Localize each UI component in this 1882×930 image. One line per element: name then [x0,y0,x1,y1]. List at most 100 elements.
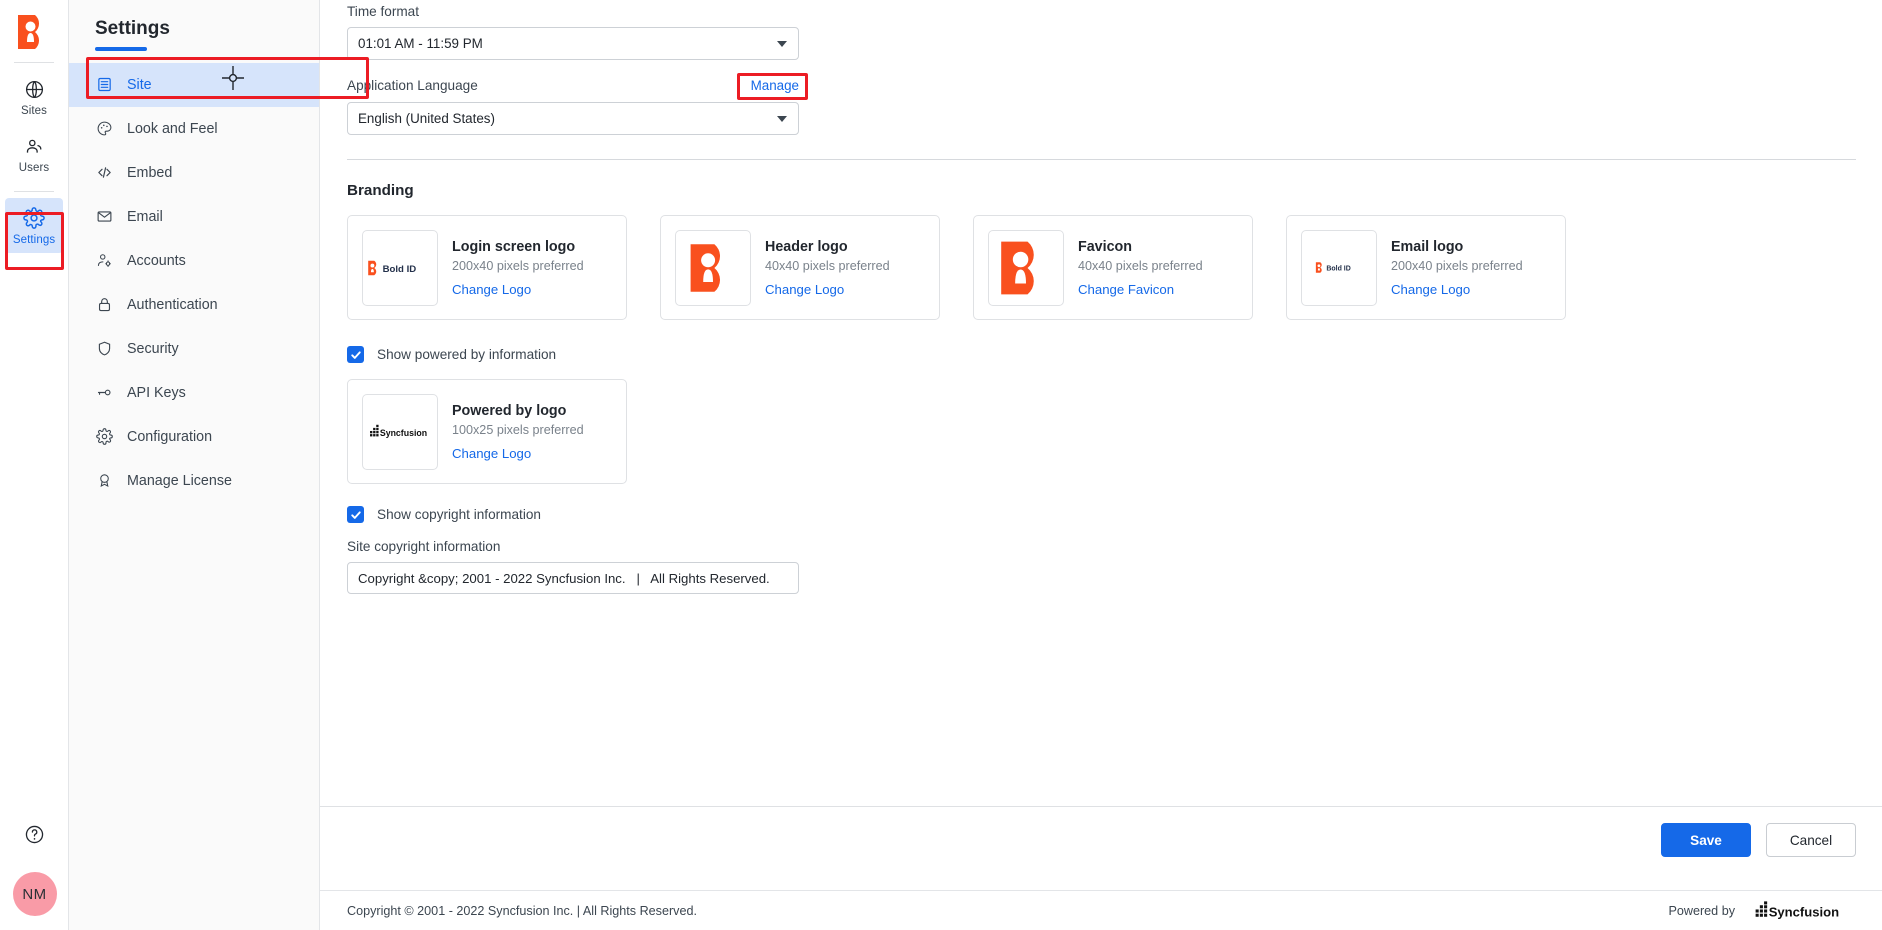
rail-item-users[interactable]: Users [5,126,63,181]
branding-section-title: Branding [347,182,1856,199]
page-footer: Copyright © 2001 - 2022 Syncfusion Inc. … [320,890,1882,930]
sidebar-item-label: Manage License [127,473,232,489]
sidebar-item-email[interactable]: Email [69,195,319,239]
card-subtitle: 40x40 pixels preferred [1078,259,1203,273]
rail-bottom-group: NM [0,824,69,916]
bold-id-logo-icon[interactable] [12,10,56,54]
primary-rail: Sites Users Settings [0,0,69,930]
footer-divider [320,806,1882,807]
chevron-down-icon [777,116,787,122]
rail-item-settings[interactable]: Settings [5,198,63,253]
envelope-icon [95,208,113,226]
site-copyright-group: Site copyright information [347,539,1856,594]
email-logo-meta: Email logo 200x40 pixels preferred Chang… [1391,239,1523,297]
page-title: Settings [95,18,319,40]
sidebar-item-label: Authentication [127,297,218,313]
favicon-meta: Favicon 40x40 pixels preferred Change Fa… [1078,239,1203,297]
card-title: Favicon [1078,239,1203,255]
license-badge-icon [95,472,113,490]
time-format-group: Time format 01:01 AM - 11:59 PM [347,0,1856,60]
change-login-screen-logo-link[interactable]: Change Logo [452,282,584,297]
show-copyright-checkbox[interactable] [347,506,364,523]
time-format-value: 01:01 AM - 11:59 PM [358,36,483,51]
application-language-header: Application Language Manage [347,78,799,93]
sidebar-item-manage-license[interactable]: Manage License [69,459,319,503]
settings-page: Sites Users Settings [0,0,1882,930]
rail-item-label: Settings [13,234,55,246]
rail-divider-2 [14,191,54,192]
application-language-value: English (United States) [358,111,495,126]
sidebar-item-accounts[interactable]: Accounts [69,239,319,283]
change-powered-by-logo-link[interactable]: Change Logo [452,446,584,461]
sidebar-item-label: Site [127,77,152,93]
header-logo-meta: Header logo 40x40 pixels preferred Chang… [765,239,890,297]
sidebar-item-embed[interactable]: Embed [69,151,319,195]
card-title: Powered by logo [452,403,584,419]
section-divider [347,159,1856,160]
card-title: Email logo [1391,239,1523,255]
powered-by-logo-thumb: Syncfusion [362,394,438,470]
save-button[interactable]: Save [1661,823,1751,857]
settings-nav: Settings Site Look and Feel [69,0,320,930]
rail-item-label: Users [19,162,50,174]
sidebar-item-api-keys[interactable]: API Keys [69,371,319,415]
branding-card-favicon: Favicon 40x40 pixels preferred Change Fa… [973,215,1253,320]
code-brackets-icon [95,164,113,182]
svg-text:Bold ID: Bold ID [383,264,417,275]
site-copyright-input[interactable] [347,562,799,594]
avatar-initials: NM [22,886,46,903]
branding-card-powered-by-logo: Syncfusion Powered by logo 100x25 pixels… [347,379,627,484]
rail-item-sites[interactable]: Sites [5,69,63,124]
lock-icon [95,296,113,314]
time-format-select[interactable]: 01:01 AM - 11:59 PM [347,27,799,60]
change-header-logo-link[interactable]: Change Logo [765,282,890,297]
change-email-logo-link[interactable]: Change Logo [1391,282,1523,297]
application-language-label: Application Language [347,78,478,93]
login-screen-logo-meta: Login screen logo 200x40 pixels preferre… [452,239,584,297]
card-subtitle: 200x40 pixels preferred [452,259,584,273]
powered-by-logo-meta: Powered by logo 100x25 pixels preferred … [452,403,584,461]
gear-icon [95,428,113,446]
sidebar-item-label: Accounts [127,253,186,269]
title-underline [95,47,147,51]
sidebar-item-configuration[interactable]: Configuration [69,415,319,459]
card-subtitle: 100x25 pixels preferred [452,423,584,437]
show-powered-by-row: Show powered by information [347,346,1856,363]
user-gear-icon [95,252,113,270]
branding-card-header-logo: Header logo 40x40 pixels preferred Chang… [660,215,940,320]
key-icon [95,384,113,402]
chevron-down-icon [777,41,787,47]
svg-text:Syncfusion: Syncfusion [1769,904,1839,919]
sidebar-item-authentication[interactable]: Authentication [69,283,319,327]
branding-card-grid: Bold ID Login screen logo 200x40 pixels … [347,215,1856,342]
manage-languages-link[interactable]: Manage [751,78,799,93]
globe-icon [23,78,45,100]
card-title: Login screen logo [452,239,584,255]
rail-divider [14,62,54,63]
time-format-label: Time format [347,4,1856,19]
sidebar-item-security[interactable]: Security [69,327,319,371]
favicon-thumb [988,230,1064,306]
settings-main-panel: Time format 01:01 AM - 11:59 PM Applicat… [320,0,1882,930]
help-circle-icon[interactable] [24,824,45,850]
sidebar-item-look-and-feel[interactable]: Look and Feel [69,107,319,151]
users-icon [23,135,45,157]
change-favicon-link[interactable]: Change Favicon [1078,282,1203,297]
application-language-select[interactable]: English (United States) [347,102,799,135]
syncfusion-logo-icon: Syncfusion [1746,901,1856,921]
svg-text:Syncfusion: Syncfusion [380,428,427,438]
login-screen-logo-thumb: Bold ID [362,230,438,306]
header-logo-thumb [675,230,751,306]
gear-icon [23,207,45,229]
sidebar-item-label: Look and Feel [127,121,218,137]
svg-text:Bold ID: Bold ID [1326,266,1350,273]
show-powered-by-checkbox[interactable] [347,346,364,363]
footer-powered-by: Powered by Syncfusion [1668,901,1856,921]
form-actions: Save Cancel [1661,823,1856,857]
avatar[interactable]: NM [13,872,57,916]
card-title: Header logo [765,239,890,255]
cancel-button[interactable]: Cancel [1766,823,1856,857]
shield-icon [95,340,113,358]
sidebar-item-site[interactable]: Site [69,63,319,107]
rail-item-label: Sites [21,105,47,117]
